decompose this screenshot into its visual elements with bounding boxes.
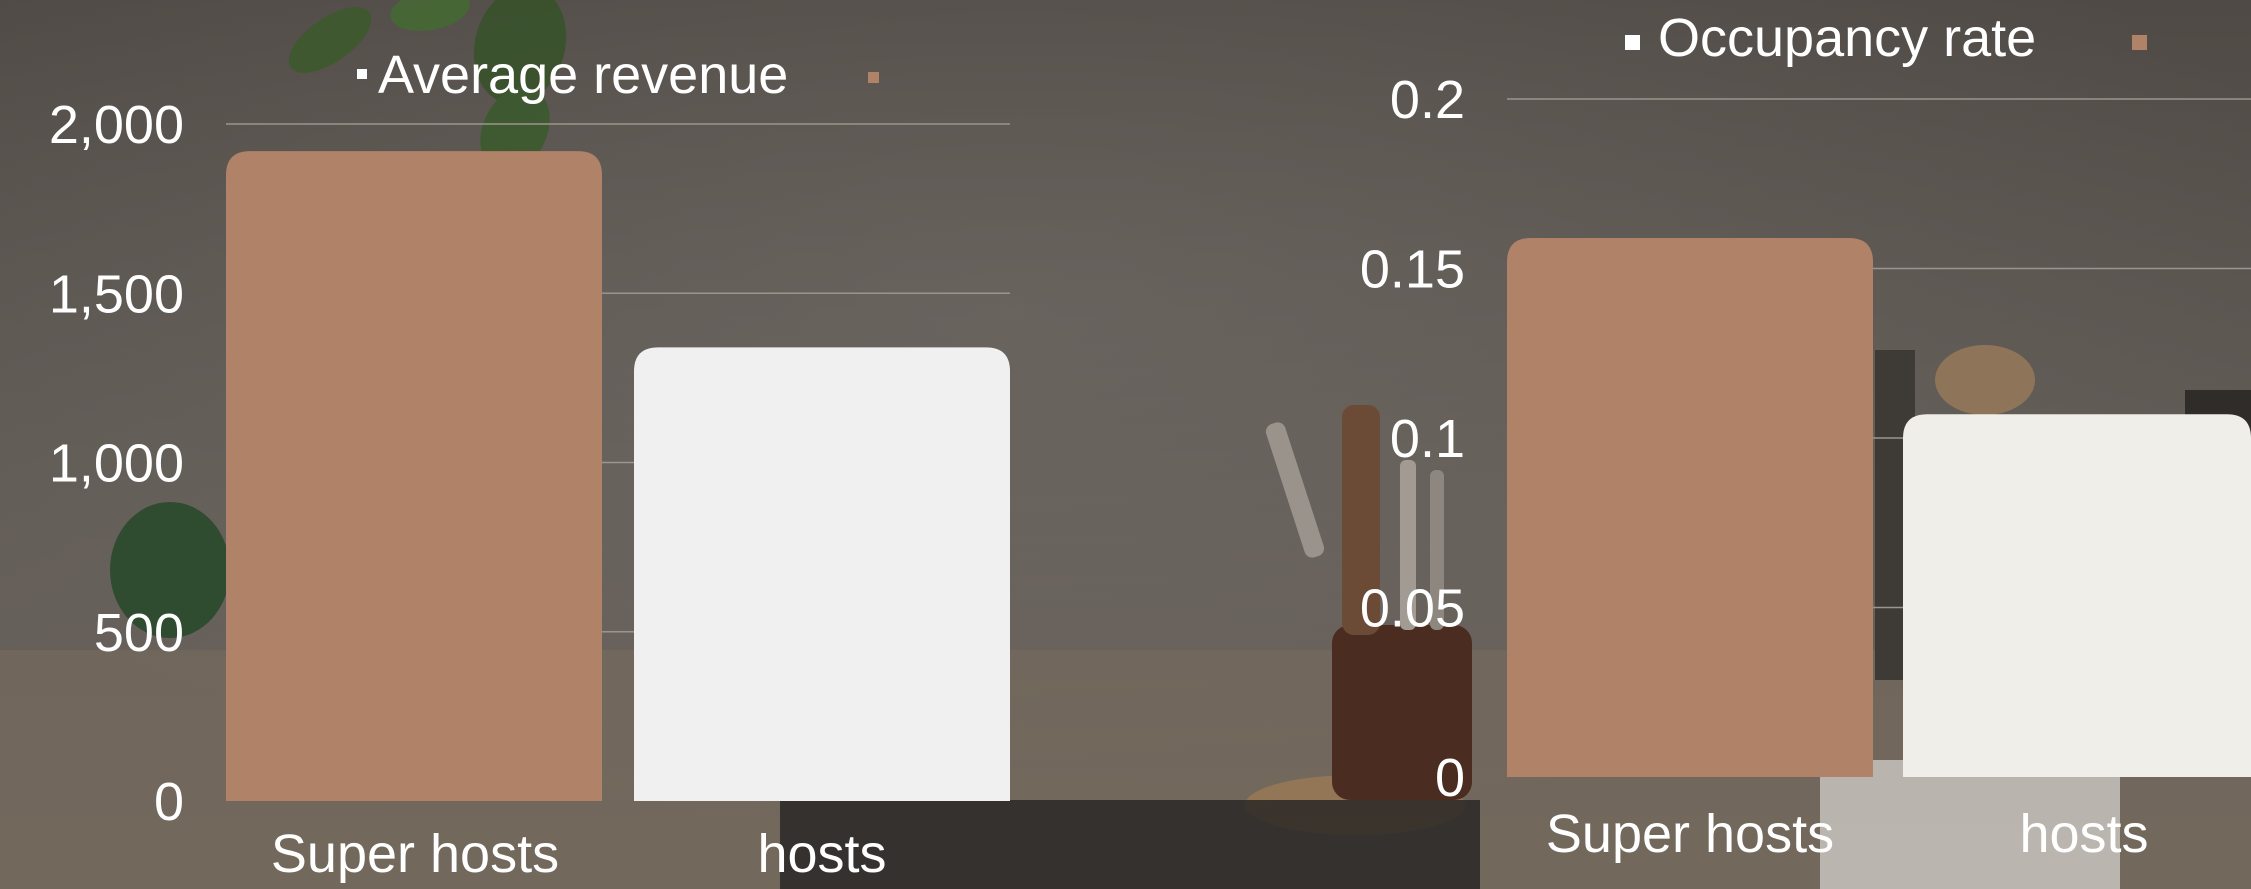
- legend-label: Occupancy rate: [1658, 8, 2036, 68]
- y-tick-label: 1,000: [49, 434, 184, 494]
- y-tick-label: 0: [1435, 748, 1465, 808]
- legend-marker-white: [357, 69, 367, 79]
- charts-layer: 0 500 1,000 1,500 2,000 Super hosts hosts Avera…: [49, 8, 2251, 884]
- y-tick-label: 0.05: [1360, 579, 1465, 639]
- x-category-label: Super hosts: [271, 824, 559, 884]
- bar-hosts: [1903, 414, 2251, 777]
- x-category-label: hosts: [2019, 804, 2148, 864]
- y-tick-label: 0.2: [1390, 70, 1465, 130]
- chart-stage: 0 500 1,000 1,500 2,000 Super hosts hosts Avera…: [0, 0, 2251, 889]
- legend-marker-brown: [868, 72, 879, 83]
- y-tick-label: 500: [94, 603, 184, 663]
- y-tick-label: 0.1: [1390, 409, 1465, 469]
- y-tick-label: 0.15: [1360, 240, 1465, 300]
- y-tick-label: 1,500: [49, 264, 184, 324]
- y-tick-label: 2,000: [49, 95, 184, 155]
- bar-super-hosts: [226, 151, 602, 801]
- x-category-label: Super hosts: [1546, 804, 1834, 864]
- y-tick-label: 0: [154, 772, 184, 832]
- legend-marker-brown: [2132, 35, 2147, 50]
- legend-label: Average revenue: [378, 45, 788, 105]
- average-revenue-chart: 0 500 1,000 1,500 2,000 Super hosts hosts Avera…: [49, 45, 1010, 884]
- x-category-label: hosts: [757, 824, 886, 884]
- occupancy-rate-chart: 0 0.05 0.1 0.15 0.2 Super hosts hosts Occupancy…: [1360, 8, 2251, 864]
- legend-marker-white: [1625, 35, 1640, 50]
- bar-hosts: [634, 347, 1010, 801]
- bar-super-hosts: [1507, 237, 1873, 778]
